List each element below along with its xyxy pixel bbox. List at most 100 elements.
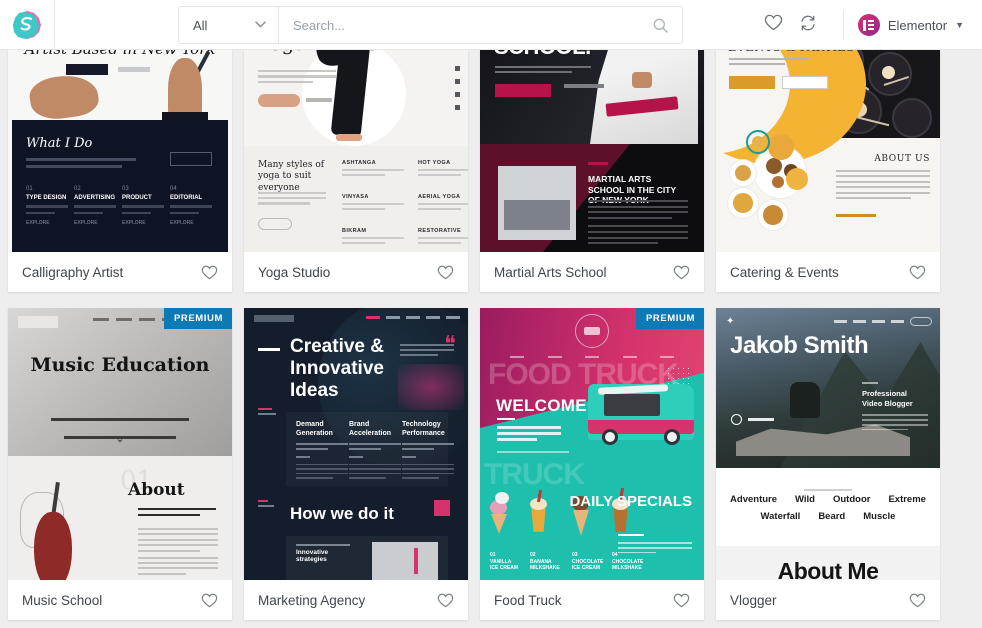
food-truck-preview: TRUCK FOOD TRUCK WELCOME 01 VANILLA ICE … — [480, 308, 704, 580]
search-bar: All — [178, 6, 683, 44]
heart-icon[interactable] — [909, 593, 926, 608]
search-input[interactable] — [293, 17, 653, 33]
card-footer: Vlogger — [716, 580, 940, 620]
preview-list-item: HOT YOGA — [418, 160, 451, 166]
preview-col-num: 01 — [26, 186, 33, 192]
preview-col-num: 02 — [74, 186, 81, 192]
template-card[interactable]: Artist Based in New York What I Do 01TYP… — [8, 38, 232, 292]
preview-headline: WELCOME — [496, 396, 587, 415]
preview-col-link: EXPLORE — [122, 220, 146, 226]
card-title: Catering & Events — [730, 264, 839, 280]
category-select[interactable]: All — [179, 7, 279, 43]
preview-list-item: BIKRAM — [342, 228, 367, 234]
template-card[interactable]: EVENTS & PARTIES — [716, 38, 940, 292]
card-footer: Food Truck — [480, 580, 704, 620]
template-grid: Artist Based in New York What I Do 01TYP… — [0, 38, 982, 628]
preview-tag: Beard — [818, 511, 846, 522]
preview-col-link: EXPLORE — [170, 220, 194, 226]
template-card[interactable]: SCHOOL. MARTIAL ARTS SCHOOL IN THE CITY … — [480, 38, 704, 292]
preview-item-label: BANANA MILKSHAKE — [530, 558, 560, 572]
template-card[interactable]: PREMIUM TRUCK FOOD TRUCK WELCOME 01 VANI… — [480, 308, 704, 620]
marketing-agency-preview: Creative & Innovative Ideas ❝ Demand Gen… — [244, 308, 468, 580]
preview-item-label: VANILLA ICE CREAM — [490, 558, 519, 572]
preview-tag: Extreme — [888, 494, 926, 505]
template-card[interactable]: PREMIUM Music Education ⌄ 01 About Music… — [8, 308, 232, 620]
card-footer: Martial Arts School — [480, 252, 704, 292]
preview-col-link: EXPLORE — [74, 220, 98, 226]
template-card[interactable]: Yoga Studio Many styles of yoga to suit … — [244, 38, 468, 292]
template-preview[interactable]: EVENTS & PARTIES — [716, 38, 940, 252]
heart-icon[interactable] — [437, 593, 454, 608]
header-actions: Elementor ▼ — [757, 0, 982, 50]
preview-list-item: ASHTANGA — [342, 160, 376, 166]
heart-icon[interactable] — [437, 265, 454, 280]
preview-col-title: Brand Acceleration — [349, 421, 392, 438]
preview-col-title: Technology Performance — [402, 421, 445, 438]
card-footer: Yoga Studio — [244, 252, 468, 292]
template-preview[interactable]: Artist Based in New York What I Do 01TYP… — [8, 38, 232, 252]
template-card[interactable]: Creative & Innovative Ideas ❝ Demand Gen… — [244, 308, 468, 620]
music-school-preview: Music Education ⌄ 01 About — [8, 308, 232, 580]
preview-list-item: AERIAL YOGA — [418, 194, 461, 200]
elementor-logo-icon — [857, 14, 880, 36]
catering-events-preview: EVENTS & PARTIES — [716, 38, 940, 252]
premium-badge: PREMIUM — [163, 308, 232, 329]
preview-section-title: DAILY SPECIALS — [569, 493, 692, 510]
preview-item-num: 03 — [572, 551, 578, 558]
template-preview[interactable]: ✦ Jakob Smith Professional Video Blogger — [716, 308, 940, 580]
preview-footer-title: Innovative strategies — [296, 549, 329, 563]
yoga-studio-preview: Yoga Studio Many styles of yoga to suit … — [244, 38, 468, 252]
preview-col-link: EXPLORE — [26, 220, 50, 226]
card-title: Marketing Agency — [258, 592, 366, 608]
app-logo[interactable] — [0, 0, 55, 50]
preview-item-num: 02 — [530, 551, 536, 558]
category-select-value: All — [193, 17, 208, 33]
template-card[interactable]: ✦ Jakob Smith Professional Video Blogger — [716, 308, 940, 620]
preview-tag: Muscle — [863, 511, 896, 522]
preview-item-label: CHOCOLATE MILKSHAKE — [612, 558, 644, 572]
preview-col-num: 04 — [170, 186, 177, 192]
heart-icon[interactable] — [201, 593, 218, 608]
template-row: PREMIUM Music Education ⌄ 01 About Music… — [8, 308, 974, 620]
preview-col-label: EDITORIAL — [170, 195, 203, 201]
template-preview[interactable]: Creative & Innovative Ideas ❝ Demand Gen… — [244, 308, 468, 580]
favorites-button[interactable] — [757, 8, 791, 42]
card-title: Music School — [22, 592, 103, 608]
template-preview[interactable]: PREMIUM TRUCK FOOD TRUCK WELCOME 01 VANI… — [480, 308, 704, 580]
preview-section-title: About — [128, 480, 185, 500]
preview-section-title: How we do it — [290, 504, 394, 523]
preview-item-num: 04 — [612, 551, 618, 558]
sync-button[interactable] — [791, 8, 825, 42]
preview-role: Professional Video Blogger — [862, 389, 913, 409]
preview-list-item: VINYASA — [342, 194, 369, 200]
template-preview[interactable]: PREMIUM Music Education ⌄ 01 About — [8, 308, 232, 580]
template-preview[interactable]: Yoga Studio Many styles of yoga to suit … — [244, 38, 468, 252]
preview-section-title: Many styles of yoga to suit everyone — [258, 160, 325, 193]
app-header: All Search... Elementor ▼ — [0, 0, 982, 50]
preview-col-label: ADVERTISING — [74, 195, 116, 201]
search-icon[interactable] — [653, 18, 668, 33]
preview-col-label: PRODUCT — [122, 195, 152, 201]
template-preview[interactable]: SCHOOL. MARTIAL ARTS SCHOOL IN THE CITY … — [480, 38, 704, 252]
heart-icon[interactable] — [673, 593, 690, 608]
card-title: Yoga Studio — [258, 264, 331, 280]
card-title: Food Truck — [494, 592, 562, 608]
heart-icon[interactable] — [201, 265, 218, 280]
preview-section-title: What I Do — [26, 136, 93, 151]
account-menu[interactable]: Elementor ▼ — [857, 14, 982, 36]
preview-tag: Outdoor — [832, 494, 871, 505]
preview-tag: Adventure — [730, 494, 778, 505]
heart-icon[interactable] — [909, 265, 926, 280]
preview-headline: Jakob Smith — [730, 332, 869, 359]
chevron-down-icon — [255, 20, 266, 31]
preview-col-title: Demand Generation — [296, 421, 333, 438]
calligraphy-artist-preview: Artist Based in New York What I Do 01TYP… — [8, 38, 232, 252]
heart-icon[interactable] — [673, 265, 690, 280]
header-divider — [842, 10, 844, 40]
preview-item-label: CHOCOLATE ICE CREAM — [572, 558, 604, 572]
card-footer: Music School — [8, 580, 232, 620]
search-field-wrapper — [279, 7, 682, 43]
vlogger-preview: ✦ Jakob Smith Professional Video Blogger — [716, 308, 940, 580]
account-name: Elementor — [887, 17, 948, 33]
heart-icon — [764, 14, 783, 36]
